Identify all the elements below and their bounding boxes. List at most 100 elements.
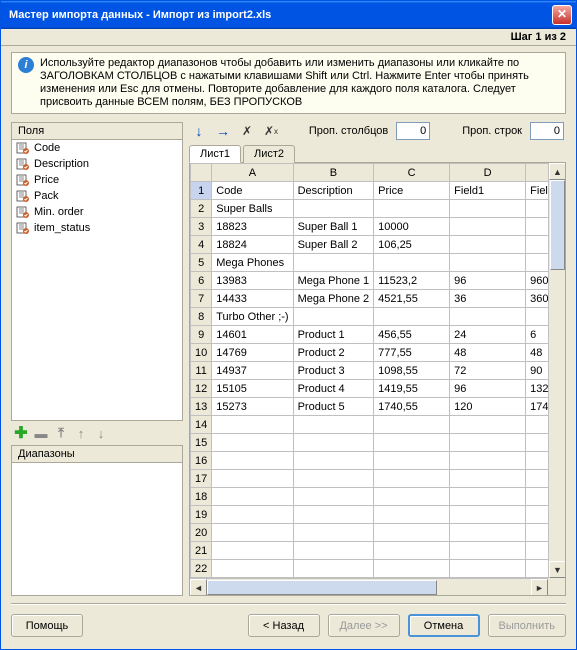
field-item[interactable]: Pack — [12, 188, 182, 204]
column-header[interactable]: B — [293, 164, 374, 182]
arrow-down-icon[interactable]: ↓ — [191, 123, 207, 139]
grid-cell[interactable] — [526, 236, 548, 254]
grid-cell[interactable]: 11523,2 — [374, 272, 450, 290]
grid-cell[interactable] — [526, 488, 548, 506]
grid-cell[interactable] — [374, 560, 450, 578]
grid-cell[interactable] — [212, 470, 293, 488]
grid-cell[interactable] — [526, 542, 548, 560]
help-button[interactable]: Помощь — [11, 614, 83, 637]
grid-cell[interactable]: 14937 — [212, 362, 293, 380]
grid-cell[interactable]: 15273 — [212, 398, 293, 416]
grid-cell[interactable]: 10000 — [374, 218, 450, 236]
field-item[interactable]: Description — [12, 156, 182, 172]
grid-cell[interactable]: Super Ball 2 — [293, 236, 374, 254]
grid-cell[interactable]: 48 — [450, 344, 526, 362]
grid-cell[interactable] — [212, 488, 293, 506]
grid-cell[interactable] — [374, 416, 450, 434]
row-header[interactable]: 8 — [191, 308, 212, 326]
grid-cell[interactable] — [450, 542, 526, 560]
grid-cell[interactable]: 4521,55 — [374, 290, 450, 308]
scroll-thumb[interactable] — [207, 580, 437, 595]
row-header[interactable]: 9 — [191, 326, 212, 344]
close-button[interactable]: ✕ — [552, 5, 572, 25]
grid-cell[interactable] — [293, 308, 374, 326]
grid-cell[interactable]: Super Ball 1 — [293, 218, 374, 236]
remove-icon[interactable]: ▬ — [33, 425, 49, 441]
grid-cell[interactable] — [450, 524, 526, 542]
scroll-up-icon[interactable]: ▲ — [549, 163, 566, 180]
field-item[interactable]: Code — [12, 140, 182, 156]
grid-cell[interactable]: 120 — [450, 398, 526, 416]
grid-cell[interactable]: 24 — [450, 326, 526, 344]
grid-cell[interactable] — [374, 254, 450, 272]
grid-cell[interactable] — [374, 200, 450, 218]
grid-cell[interactable]: Super Balls — [212, 200, 293, 218]
grid-cell[interactable] — [374, 452, 450, 470]
grid-cell[interactable]: 106,25 — [374, 236, 450, 254]
grid-cell[interactable]: Product 3 — [293, 362, 374, 380]
up-to-top-icon[interactable]: ⤒ — [53, 425, 69, 441]
row-header[interactable]: 13 — [191, 398, 212, 416]
field-item[interactable]: item_status — [12, 220, 182, 236]
grid-cell[interactable] — [212, 416, 293, 434]
grid-cell[interactable] — [293, 470, 374, 488]
column-header[interactable]: A — [212, 164, 293, 182]
column-header[interactable]: C — [374, 164, 450, 182]
ranges-list[interactable] — [12, 463, 182, 612]
grid-cell[interactable] — [374, 506, 450, 524]
row-header[interactable]: 15 — [191, 434, 212, 452]
grid-cell[interactable] — [293, 488, 374, 506]
grid-cell[interactable] — [526, 452, 548, 470]
grid-cell[interactable] — [293, 434, 374, 452]
arrow-right-icon[interactable]: → — [215, 123, 231, 139]
grid-cell[interactable] — [212, 452, 293, 470]
grid-cell[interactable] — [526, 506, 548, 524]
sheet-tab[interactable]: Лист2 — [243, 145, 295, 163]
grid-cell[interactable]: 96 — [450, 272, 526, 290]
grid-cell[interactable]: 1740,55 — [374, 398, 450, 416]
grid-cell[interactable]: Field1 — [450, 182, 526, 200]
corner-cell[interactable] — [191, 164, 212, 182]
grid-cell[interactable]: Code — [212, 182, 293, 200]
field-item[interactable]: Min. order — [12, 204, 182, 220]
grid-cell[interactable] — [450, 506, 526, 524]
grid-cell[interactable] — [526, 254, 548, 272]
grid-cell[interactable] — [374, 434, 450, 452]
add-icon[interactable]: ✚ — [13, 425, 29, 441]
sheet-tab[interactable]: Лист1 — [189, 145, 241, 163]
grid-cell[interactable] — [212, 434, 293, 452]
row-header[interactable]: 5 — [191, 254, 212, 272]
grid-cell[interactable]: Mega Phones — [212, 254, 293, 272]
grid-cell[interactable]: Mega Phone 2 — [293, 290, 374, 308]
clear-col-icon[interactable]: ✗ — [239, 123, 255, 139]
scroll-thumb[interactable] — [550, 180, 565, 270]
grid-cell[interactable]: Price — [374, 182, 450, 200]
skip-rows-input[interactable] — [530, 122, 564, 140]
fields-list[interactable]: CodeDescriptionPricePackMin. orderitem_s… — [12, 140, 182, 420]
grid-cell[interactable]: 13983 — [212, 272, 293, 290]
field-item[interactable]: Price — [12, 172, 182, 188]
grid-cell[interactable]: 360 — [526, 290, 548, 308]
row-header[interactable]: 16 — [191, 452, 212, 470]
row-header[interactable]: 7 — [191, 290, 212, 308]
grid-cell[interactable] — [450, 200, 526, 218]
grid-cell[interactable] — [212, 524, 293, 542]
grid-cell[interactable]: Mega Phone 1 — [293, 272, 374, 290]
grid-cell[interactable]: 96 — [450, 380, 526, 398]
grid-cell[interactable] — [450, 236, 526, 254]
row-header[interactable]: 11 — [191, 362, 212, 380]
grid-cell[interactable]: 174 — [526, 398, 548, 416]
grid-cell[interactable] — [526, 524, 548, 542]
grid-cell[interactable]: 48 — [526, 344, 548, 362]
grid-cell[interactable] — [212, 560, 293, 578]
grid-cell[interactable] — [526, 308, 548, 326]
scroll-down-icon[interactable]: ▼ — [549, 561, 566, 578]
grid-cell[interactable]: Product 2 — [293, 344, 374, 362]
row-header[interactable]: 2 — [191, 200, 212, 218]
grid-scroll[interactable]: ABCDE1CodeDescriptionPriceField1Field12S… — [190, 163, 548, 578]
row-header[interactable]: 6 — [191, 272, 212, 290]
row-header[interactable]: 3 — [191, 218, 212, 236]
grid-cell[interactable]: 14601 — [212, 326, 293, 344]
grid-cell[interactable] — [450, 452, 526, 470]
grid-cell[interactable] — [293, 560, 374, 578]
